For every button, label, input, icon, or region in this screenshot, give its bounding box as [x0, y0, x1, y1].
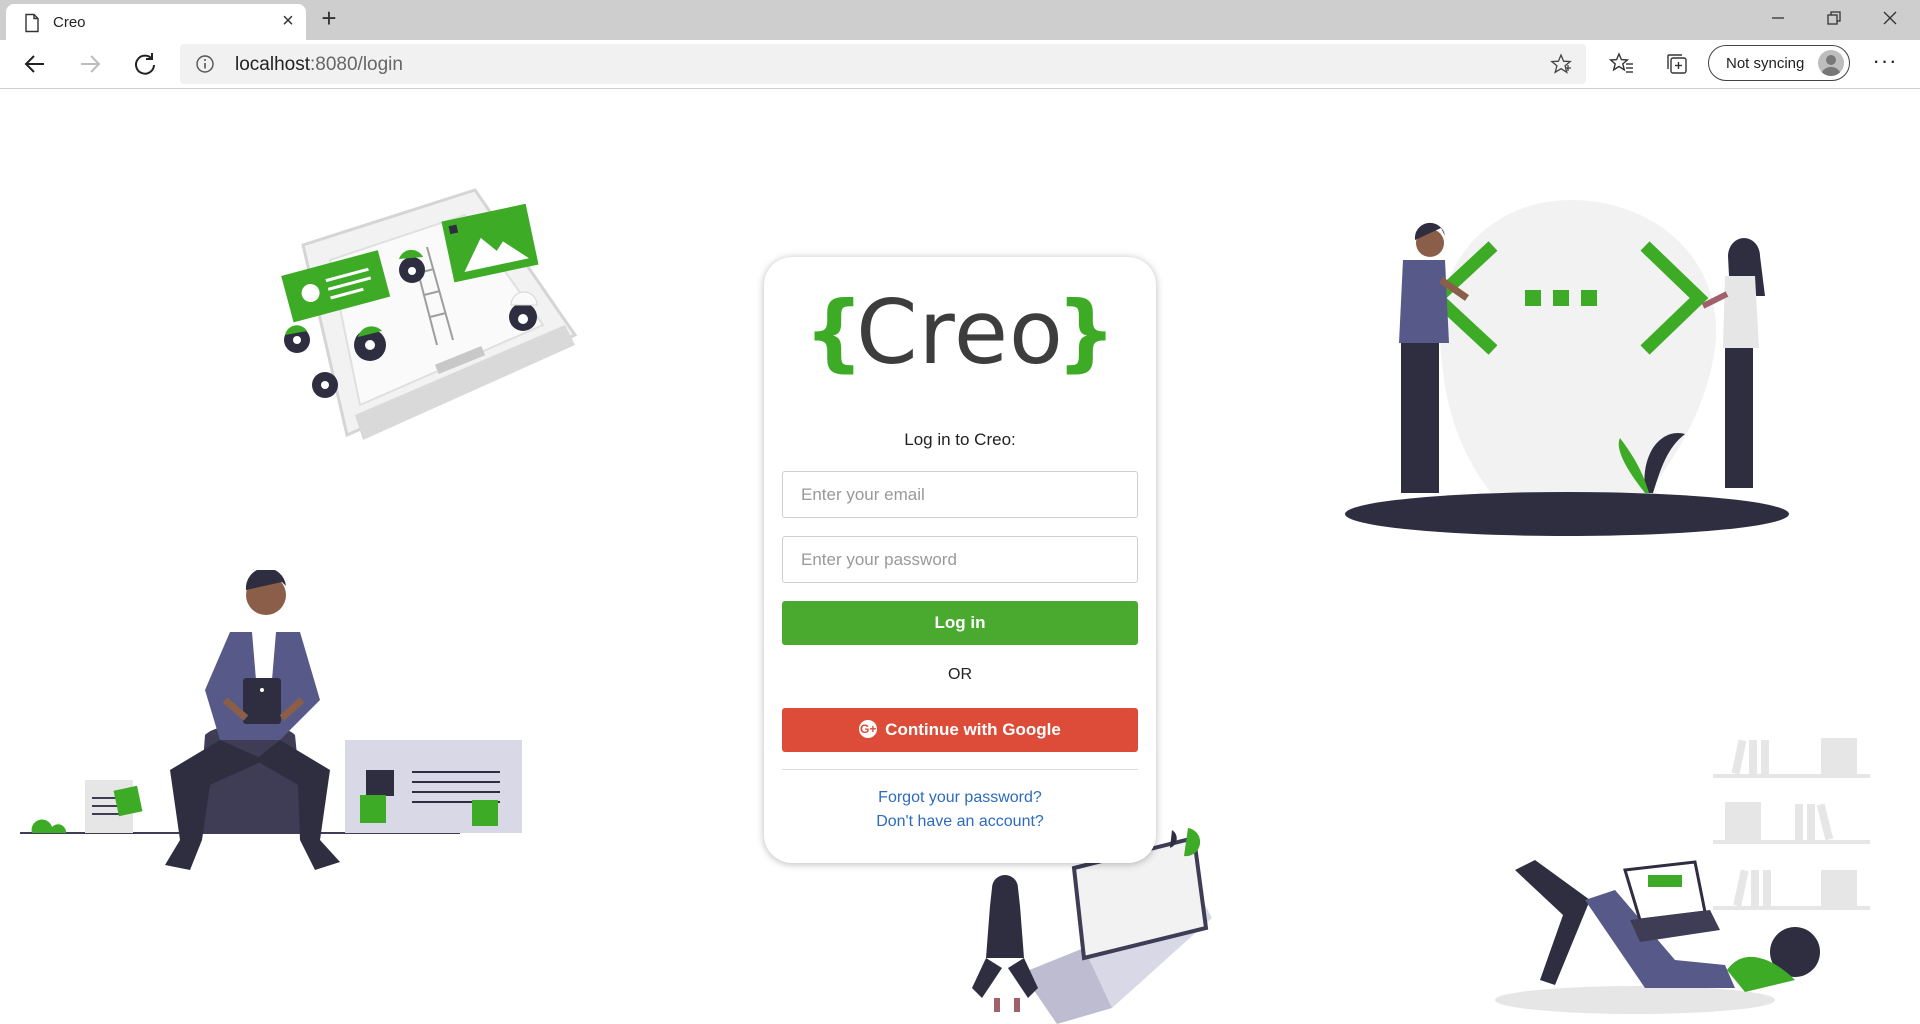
man-with-tablet-illustration	[20, 570, 522, 870]
browser-toolbar: localhost:8080/login Not syncing ···	[0, 40, 1920, 89]
email-field[interactable]	[782, 471, 1138, 518]
login-heading: Log in to Creo:	[904, 430, 1016, 449]
person-lying-with-laptop-illustration	[1495, 738, 1870, 1014]
google-button-label: Continue with Google	[885, 720, 1061, 739]
refresh-icon[interactable]	[131, 50, 159, 78]
restore-icon[interactable]	[1824, 8, 1844, 28]
login-card: { Creo } Log in to Creo: Log in OR G+ Con…	[764, 257, 1156, 863]
tab-close-icon[interactable]: ×	[277, 10, 299, 32]
favorites-icon[interactable]	[1609, 51, 1635, 77]
or-divider: OR	[948, 666, 972, 683]
address-bar[interactable]: localhost:8080/login	[180, 44, 1586, 84]
browser-tab-bar: Creo × +	[0, 0, 1920, 40]
logo-text: Creo	[856, 281, 1064, 384]
user-icon	[1821, 55, 1841, 76]
continue-with-google-button[interactable]: G+ Continue with Google	[782, 708, 1138, 752]
sync-status-label: Not syncing	[1726, 55, 1805, 72]
avatar	[1818, 50, 1844, 76]
creo-logo: { Creo }	[804, 281, 1116, 384]
page-icon	[25, 13, 39, 33]
minimize-icon[interactable]	[1768, 8, 1788, 28]
url-text[interactable]: localhost:8080/login	[235, 54, 403, 76]
tab-title: Creo	[53, 14, 86, 31]
logo-right-brace: }	[1056, 283, 1116, 381]
info-icon[interactable]	[195, 54, 215, 74]
back-arrow-icon[interactable]	[21, 50, 49, 78]
forward-arrow-icon[interactable]	[76, 50, 104, 78]
close-window-icon[interactable]	[1880, 8, 1900, 28]
signup-link[interactable]: Don't have an account?	[764, 813, 1156, 831]
code-brackets-people-illustration	[1345, 199, 1789, 536]
favorite-star-icon[interactable]	[1550, 53, 1572, 75]
profile-sync-button[interactable]: Not syncing	[1708, 45, 1850, 81]
forgot-password-link[interactable]: Forgot your password?	[764, 789, 1156, 807]
collections-icon[interactable]	[1664, 51, 1690, 77]
new-tab-button[interactable]: +	[316, 5, 342, 32]
laptop-monsters-illustration	[281, 188, 578, 440]
google-plus-icon: G+	[859, 720, 878, 739]
browser-tab[interactable]: Creo ×	[6, 4, 306, 40]
login-button[interactable]: Log in	[782, 601, 1138, 645]
card-divider	[782, 769, 1138, 770]
more-menu-button[interactable]: ···	[1870, 50, 1900, 78]
password-field[interactable]	[782, 536, 1138, 583]
